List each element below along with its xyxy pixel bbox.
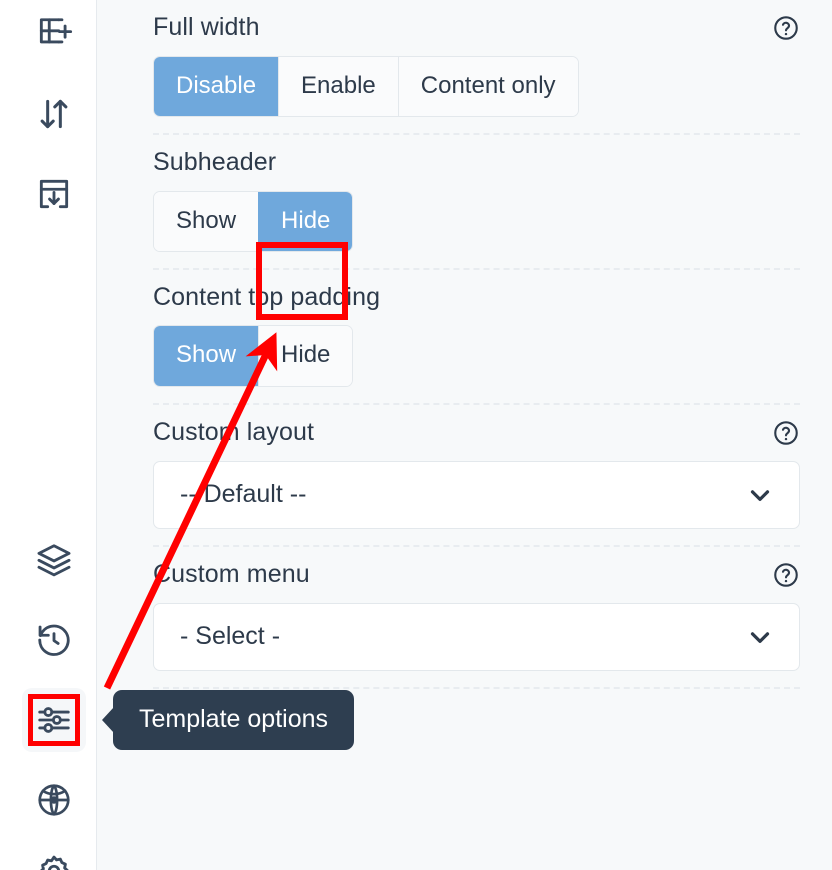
- full-width-option-content-only[interactable]: Content only: [397, 57, 578, 117]
- section-header: Content top padding: [153, 282, 800, 312]
- gear-icon: [35, 852, 73, 870]
- sidebar-item-sort[interactable]: [28, 88, 80, 140]
- section-label-content-top-padding: Content top padding: [153, 282, 381, 311]
- tooltip-template-options: Template options: [113, 690, 355, 751]
- segmented-control-full-width: Disable Enable Content only: [153, 56, 579, 118]
- section-header: Custom menu: [153, 559, 800, 589]
- section-header: Subheader: [153, 149, 800, 177]
- section-label-custom-layout: Custom layout: [153, 417, 315, 446]
- globe-icon: [35, 781, 73, 819]
- chevron-down-icon: [745, 622, 775, 652]
- custom-menu-select[interactable]: - Select -: [153, 602, 800, 671]
- sidebar-item-history[interactable]: [28, 614, 80, 666]
- content-top-padding-option-show[interactable]: Show: [154, 326, 259, 386]
- custom-layout-value: -- Default --: [180, 480, 307, 509]
- tooltip-text: Template options: [139, 705, 329, 733]
- section-subheader: Subheader Show Hide: [153, 135, 800, 270]
- section-label-custom-menu: Custom menu: [153, 559, 310, 588]
- subheader-option-hide[interactable]: Hide: [258, 191, 353, 251]
- chevron-down-icon: [745, 480, 775, 510]
- subheader-option-show[interactable]: Show: [154, 191, 259, 251]
- template-options-screen: Full width Disable Enable Content only S…: [0, 0, 832, 870]
- custom-layout-select[interactable]: -- Default --: [153, 460, 800, 529]
- sliders-icon: [35, 701, 73, 739]
- custom-menu-value: - Select -: [180, 622, 281, 651]
- sidebar-item-layers[interactable]: [28, 534, 80, 586]
- segmented-control-content-top-padding: Show Hide: [153, 325, 354, 387]
- section-custom-menu: Custom menu - Select -: [153, 547, 800, 689]
- content-top-padding-option-hide[interactable]: Hide: [258, 326, 353, 386]
- section-header: Custom layout: [153, 417, 800, 447]
- sidebar-item-insert-below[interactable]: [28, 168, 80, 220]
- section-label-subheader: Subheader: [153, 148, 277, 177]
- help-icon[interactable]: [772, 14, 800, 42]
- sidebar-item-settings[interactable]: [28, 845, 80, 870]
- section-label-full-width: Full width: [153, 13, 260, 42]
- sidebar-item-globe[interactable]: [28, 774, 80, 826]
- sort-arrows-icon: [35, 95, 73, 133]
- section-content-top-padding: Content top padding Show Hide: [153, 270, 800, 405]
- layers-icon: [35, 541, 73, 579]
- help-icon[interactable]: [772, 419, 800, 447]
- add-block-icon: [35, 15, 73, 53]
- help-icon[interactable]: [772, 561, 800, 589]
- section-full-width: Full width Disable Enable Content only: [153, 0, 800, 136]
- full-width-option-disable[interactable]: Disable: [154, 57, 279, 117]
- insert-below-icon: [35, 175, 73, 213]
- section-header: Full width: [153, 14, 800, 42]
- segmented-control-subheader: Show Hide: [153, 190, 354, 252]
- sidebar-item-add-block[interactable]: [28, 8, 80, 60]
- history-revert-icon: [35, 621, 73, 659]
- full-width-option-enable[interactable]: Enable: [278, 57, 398, 117]
- sidebar-item-template-options[interactable]: [22, 688, 86, 752]
- sidebar-rail: [0, 0, 97, 870]
- section-custom-layout: Custom layout -- Default --: [153, 405, 800, 547]
